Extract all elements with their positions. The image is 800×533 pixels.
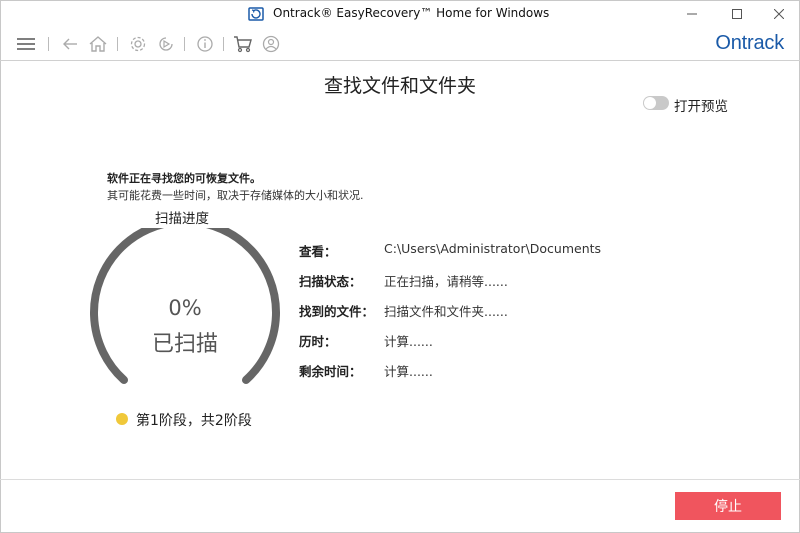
maximize-button[interactable] xyxy=(715,0,759,28)
status-message: 软件正在寻找您的可恢复文件。 xyxy=(107,172,261,185)
brand-logo: Ontrack xyxy=(715,32,784,54)
scan-status-value: 正在扫描，请稍等...... xyxy=(384,274,508,289)
info-icon xyxy=(197,36,213,52)
remaining-label: 剩余时间： xyxy=(299,364,362,379)
toolbar-divider xyxy=(117,37,118,51)
title-bar: Ontrack® EasyRecovery™ Home for Windows xyxy=(0,0,800,28)
back-icon xyxy=(63,38,77,50)
elapsed-value: 计算...... xyxy=(384,334,433,349)
account-button[interactable] xyxy=(260,33,282,55)
status-submessage: 其可能花费一些时间，取决于存储媒体的大小和状况. xyxy=(107,189,364,202)
elapsed-label: 历时： xyxy=(299,334,337,349)
resume-icon xyxy=(159,37,173,51)
info-button[interactable] xyxy=(194,33,216,55)
menu-icon xyxy=(17,38,35,50)
page-title: 查找文件和文件夹 xyxy=(323,75,476,97)
cart-icon xyxy=(234,36,252,53)
progress-percent: 0% xyxy=(168,296,202,320)
settings-button[interactable] xyxy=(127,33,149,55)
minimize-button[interactable] xyxy=(670,0,714,28)
progress-sub-label: 已扫描 xyxy=(151,332,218,357)
settings-icon xyxy=(130,36,146,52)
stop-button[interactable]: 停止 xyxy=(675,492,781,520)
menu-button[interactable] xyxy=(15,33,37,55)
close-icon xyxy=(774,9,784,19)
preview-toggle[interactable] xyxy=(643,96,669,110)
look-label: 查看： xyxy=(299,244,337,259)
resume-button[interactable] xyxy=(155,33,177,55)
app-icon xyxy=(248,6,264,22)
toolbar-divider xyxy=(48,37,49,51)
files-found-label: 找到的文件： xyxy=(299,304,375,319)
files-found-value: 扫描文件和文件夹...... xyxy=(384,304,508,319)
look-value: C:\Users\Administrator\Documents xyxy=(384,241,602,256)
stage-text: 第1阶段，共2阶段 xyxy=(136,413,252,429)
account-icon xyxy=(262,35,280,53)
maximize-icon xyxy=(732,9,742,19)
back-button[interactable] xyxy=(59,33,81,55)
toggle-knob xyxy=(644,97,656,109)
home-button[interactable] xyxy=(87,33,109,55)
scan-status-label: 扫描状态： xyxy=(299,274,362,289)
remaining-value: 计算...... xyxy=(384,364,433,379)
footer-divider xyxy=(0,479,800,480)
stage-indicator-dot xyxy=(116,413,128,425)
minimize-icon xyxy=(687,13,697,15)
toolbar: Ontrack xyxy=(0,28,800,61)
progress-label: 扫描进度 xyxy=(155,211,209,227)
toolbar-divider xyxy=(223,37,224,51)
toolbar-divider xyxy=(184,37,185,51)
preview-label: 打开预览 xyxy=(674,99,728,115)
window-title: Ontrack® EasyRecovery™ Home for Windows xyxy=(273,6,550,20)
cart-button[interactable] xyxy=(232,33,254,55)
home-icon xyxy=(89,36,107,52)
close-button[interactable] xyxy=(757,0,800,28)
